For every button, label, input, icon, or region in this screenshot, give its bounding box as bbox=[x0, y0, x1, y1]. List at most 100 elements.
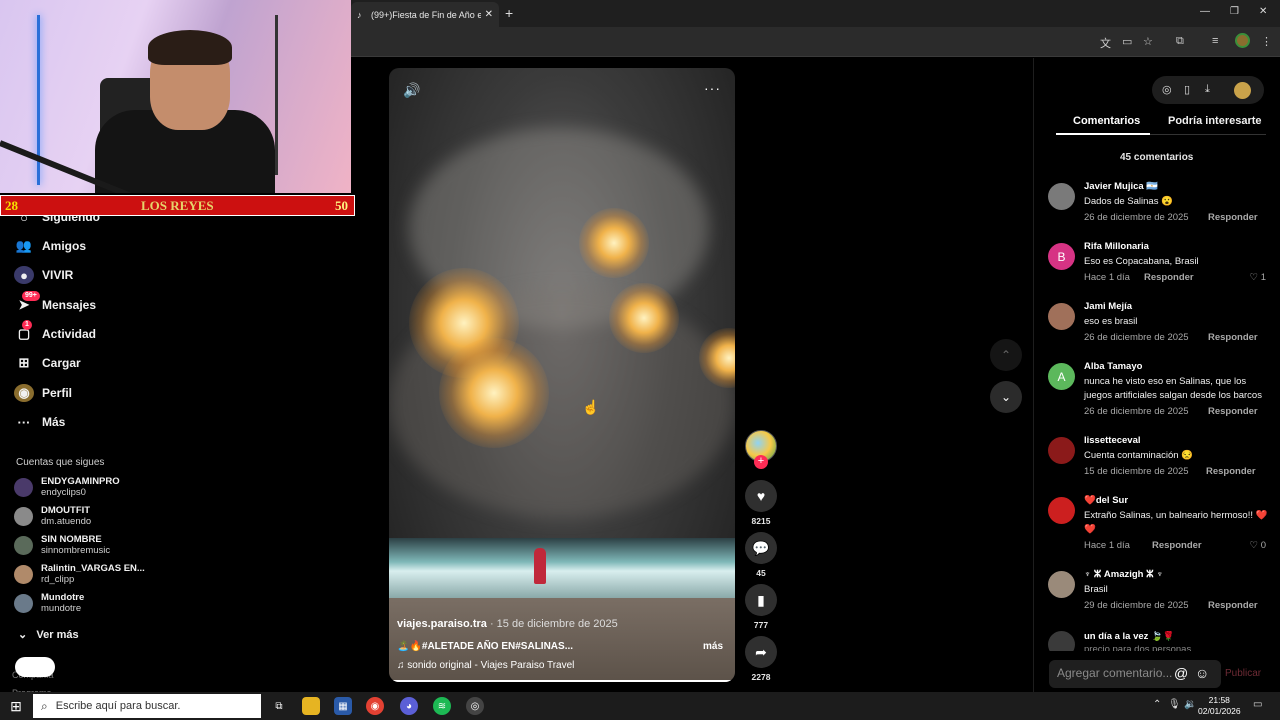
windows-taskbar: ⊞ ⌕ Escribe aquí para buscar. ⧉ ▦ ◉ ◕ ≋ … bbox=[0, 692, 1280, 720]
microphone-icon[interactable]: 🎙 bbox=[1168, 699, 1181, 710]
comment-user[interactable]: ❤️del Sur bbox=[1084, 495, 1128, 506]
user-avatar[interactable] bbox=[1234, 82, 1251, 99]
reply-button[interactable]: Responder bbox=[1144, 272, 1194, 283]
sidebar-item-friends[interactable]: 👥 Amigos bbox=[14, 236, 86, 256]
tiktok-icon: ♪ bbox=[357, 9, 362, 20]
account-name: Mundotre bbox=[41, 592, 85, 603]
discord-icon[interactable]: ◕ bbox=[400, 697, 418, 715]
comment-button[interactable]: 💬 bbox=[745, 532, 777, 564]
tab-close-icon[interactable]: ✕ bbox=[485, 9, 493, 20]
followed-account[interactable]: SIN NOMBRE sinnombremusic bbox=[14, 534, 110, 556]
see-more-button[interactable]: ⌄ Ver más bbox=[18, 628, 79, 641]
phone-icon[interactable]: ▯ bbox=[1184, 83, 1190, 96]
comment-text: precio para dos personas bbox=[1084, 644, 1192, 651]
followed-account[interactable]: Ralintin_VARGAS EN... rd_clipp bbox=[14, 563, 145, 585]
reply-button[interactable]: Responder bbox=[1206, 466, 1256, 477]
comment-user[interactable]: Rifa Millonaria bbox=[1084, 241, 1149, 252]
sidebar-item-activity[interactable]: ▢ 1 Actividad bbox=[14, 320, 97, 344]
extensions-icon[interactable]: ⧉ bbox=[1176, 35, 1184, 48]
file-explorer-icon[interactable] bbox=[302, 697, 320, 715]
minimize-icon[interactable]: — bbox=[1200, 6, 1210, 17]
caption-more-button[interactable]: más bbox=[703, 641, 723, 652]
follow-plus-icon[interactable]: + bbox=[754, 455, 768, 469]
sidebar-item-live[interactable]: ● VIVIR bbox=[14, 265, 73, 285]
volume-tray-icon[interactable]: 🔉 bbox=[1184, 699, 1196, 710]
browser-menu-icon[interactable]: ⋮ bbox=[1261, 35, 1272, 48]
next-video-button[interactable]: ⌄ bbox=[990, 381, 1022, 413]
video-progress-bar[interactable] bbox=[389, 680, 735, 682]
translate-icon[interactable]: 文 bbox=[1100, 35, 1111, 51]
avatar[interactable] bbox=[1048, 571, 1075, 598]
messages-icon: ➤ 99+ bbox=[14, 291, 40, 314]
avatar[interactable]: A bbox=[1048, 363, 1075, 390]
compass-icon[interactable]: ◎ bbox=[1162, 83, 1172, 96]
spotify-icon[interactable]: ≋ bbox=[433, 697, 451, 715]
taskbar-clock[interactable]: 21:58 02/01/2026 bbox=[1198, 695, 1241, 717]
browser-tab[interactable]: ♪ (99+)Fiesta de Fin de Año en H ✕ bbox=[351, 2, 499, 27]
media-controls-icon[interactable]: ≡ bbox=[1212, 35, 1218, 47]
reply-button[interactable]: Responder bbox=[1208, 406, 1258, 417]
reply-button[interactable]: Responder bbox=[1208, 212, 1258, 223]
mention-icon[interactable]: @ bbox=[1174, 665, 1188, 681]
obs-icon[interactable]: ◎ bbox=[466, 697, 484, 715]
see-more-label: Ver más bbox=[36, 629, 79, 641]
emoji-icon[interactable]: ☺ bbox=[1195, 665, 1209, 681]
comment-like[interactable]: ♡ 1 bbox=[1250, 272, 1266, 283]
avatar[interactable] bbox=[1048, 437, 1075, 464]
previous-video-button[interactable]: ⌃ bbox=[990, 339, 1022, 371]
close-window-icon[interactable]: ✕ bbox=[1259, 6, 1267, 17]
avatar[interactable] bbox=[1048, 303, 1075, 330]
avatar[interactable] bbox=[1048, 183, 1075, 210]
notifications-icon[interactable]: ▭ bbox=[1253, 699, 1262, 710]
comment-item: un día a la vez 🍃🌹 precio para dos perso… bbox=[1048, 631, 1270, 651]
comment-user[interactable]: ♆ ⵣ Amazigh ⵣ ♆ bbox=[1084, 569, 1163, 580]
floating-app-pill[interactable] bbox=[15, 657, 55, 677]
task-view-icon[interactable]: ⧉ bbox=[270, 697, 288, 715]
sidebar-item-upload[interactable]: ⊞ Cargar bbox=[14, 353, 81, 373]
sidebar-item-profile[interactable]: ◉ Perfil bbox=[14, 383, 72, 403]
sidebar-item-label: Actividad bbox=[42, 327, 97, 341]
download-icon[interactable]: ⤓ bbox=[1205, 83, 1210, 96]
browser-profile-avatar[interactable] bbox=[1235, 33, 1250, 48]
share-button[interactable]: ➦ bbox=[745, 636, 777, 668]
taskbar-search[interactable]: ⌕ Escribe aquí para buscar. bbox=[33, 694, 261, 718]
video-author[interactable]: viajes.paraiso.tra · 15 de diciembre de … bbox=[397, 618, 618, 630]
comment-date: Hace 1 día bbox=[1084, 272, 1130, 283]
comment-user[interactable]: lissetteceval bbox=[1084, 435, 1141, 446]
video-player[interactable]: 🔊 ··· viajes.paraiso.tra · 15 de diciemb… bbox=[389, 68, 735, 682]
restore-icon[interactable]: ❐ bbox=[1230, 6, 1239, 17]
avatar[interactable]: B bbox=[1048, 243, 1075, 270]
comment-user[interactable]: un día a la vez 🍃🌹 bbox=[1084, 631, 1175, 642]
tray-arrow-icon[interactable]: ⌃ bbox=[1153, 699, 1161, 710]
reply-button[interactable]: Responder bbox=[1208, 332, 1258, 343]
windows-start-icon[interactable]: ⊞ bbox=[0, 692, 32, 720]
volume-icon[interactable]: 🔊 bbox=[403, 82, 420, 99]
sidebar-item-more[interactable]: ··· Más bbox=[14, 412, 66, 432]
followed-account[interactable]: DMOUTFIT dm.atuendo bbox=[14, 505, 91, 527]
bookmark-star-icon[interactable]: ☆ bbox=[1143, 35, 1153, 48]
reply-button[interactable]: Responder bbox=[1208, 600, 1258, 611]
like-button[interactable]: ♥ bbox=[745, 480, 777, 512]
followed-account[interactable]: ENDYGAMINPRO endyclips0 bbox=[14, 476, 120, 498]
publish-button[interactable]: Publicar bbox=[1225, 668, 1261, 679]
comment-like[interactable]: ♡ 0 bbox=[1250, 540, 1266, 551]
reply-button[interactable]: Responder bbox=[1152, 540, 1202, 551]
tab-interesting[interactable]: Podría interesarte bbox=[1168, 115, 1262, 127]
avatar[interactable] bbox=[1048, 497, 1075, 524]
video-sound[interactable]: ♫ sonido original - Viajes Paraiso Trave… bbox=[397, 660, 574, 671]
save-button[interactable]: ▮ bbox=[745, 584, 777, 616]
clock-date: 02/01/2026 bbox=[1198, 706, 1241, 716]
store-icon[interactable]: ▦ bbox=[334, 697, 352, 715]
chrome-icon[interactable]: ◉ bbox=[366, 697, 384, 715]
followed-account[interactable]: Mundotre mundotre bbox=[14, 592, 84, 614]
comment-user[interactable]: Alba Tamayo bbox=[1084, 361, 1142, 372]
cast-icon[interactable]: ▭ bbox=[1122, 35, 1132, 48]
avatar bbox=[14, 564, 33, 584]
comment-user[interactable]: Jami Mejía bbox=[1084, 301, 1132, 312]
new-tab-button[interactable]: + bbox=[505, 5, 513, 21]
more-options-icon[interactable]: ··· bbox=[704, 80, 721, 96]
sidebar-item-messages[interactable]: ➤ 99+ Mensajes bbox=[14, 291, 96, 315]
tab-comments[interactable]: Comentarios bbox=[1073, 115, 1140, 127]
comment-user[interactable]: Javier Mujica 🇦🇷 bbox=[1084, 181, 1158, 192]
avatar[interactable] bbox=[1048, 631, 1075, 651]
